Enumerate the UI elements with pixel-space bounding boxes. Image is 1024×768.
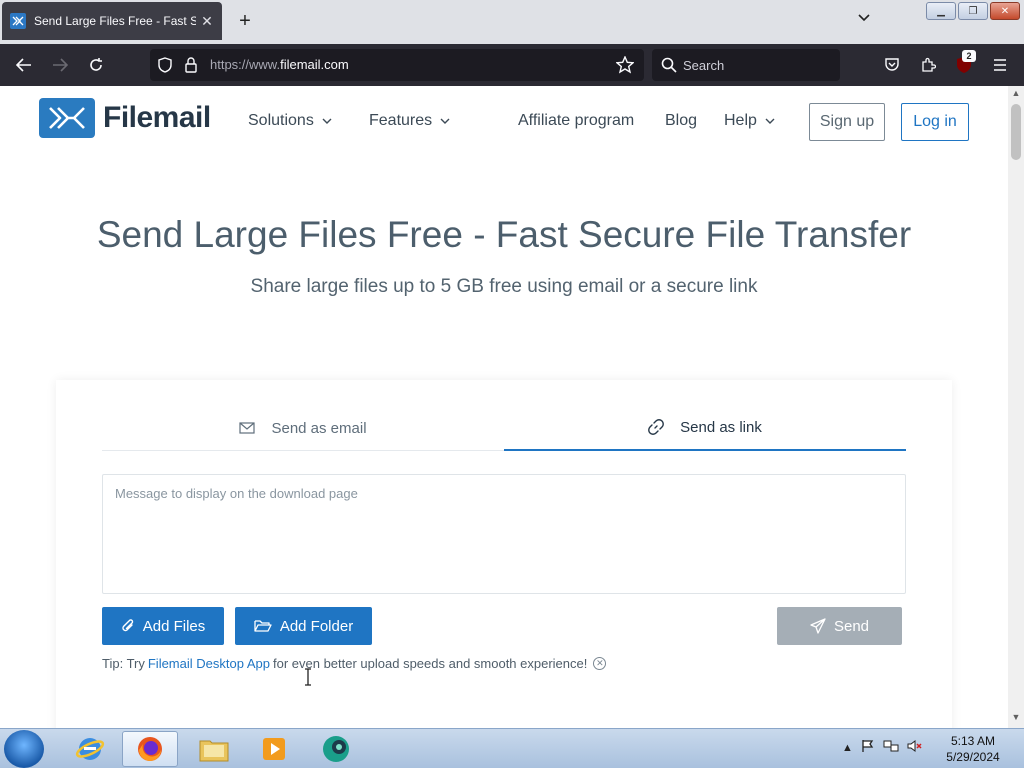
window-controls: ▁ ❐ ✕ (926, 2, 1020, 20)
tip-prefix: Tip: Try (102, 656, 145, 671)
browser-tab-title: Send Large Files Free - Fast Secure File… (34, 14, 196, 28)
filemail-logo-icon (39, 98, 95, 138)
page-viewport: Filemail Solutions Features Affiliate pr… (0, 86, 1008, 728)
extensions-puzzle-icon[interactable] (917, 54, 939, 76)
add-files-button[interactable]: Add Files (102, 607, 224, 645)
page-subtitle: Share large files up to 5 GB free using … (250, 276, 758, 297)
nav-affiliate-program[interactable]: Affiliate program (518, 112, 634, 130)
envelope-icon (239, 422, 256, 434)
search-icon (658, 54, 680, 76)
tab-send-as-email-label: Send as email (271, 419, 367, 437)
folder-open-icon (254, 619, 272, 633)
url-text: https://www.filemail.com (210, 57, 349, 72)
search-placeholder: Search (683, 58, 725, 73)
nav-features[interactable]: Features (369, 112, 450, 130)
send-button[interactable]: Send (777, 607, 902, 645)
app-globe-icon[interactable] (308, 731, 364, 767)
back-arrow-icon[interactable] (13, 54, 35, 76)
nav-help-label: Help (724, 112, 757, 129)
brand-wordmark: Filemail (103, 101, 211, 134)
page-scrollbar[interactable]: ▲ ▼ (1008, 86, 1024, 728)
pocket-icon[interactable] (881, 54, 903, 76)
volume-muted-icon[interactable] (907, 739, 923, 756)
filemail-logo[interactable]: Filemail (39, 98, 211, 138)
send-label: Send (833, 617, 870, 635)
chevron-down-icon (440, 118, 450, 124)
minimize-button[interactable]: ▁ (926, 2, 956, 20)
forward-arrow-icon[interactable] (49, 54, 71, 76)
search-bar[interactable]: Search (652, 49, 840, 81)
filemail-favicon-icon (10, 13, 26, 29)
text-cursor-icon (305, 668, 311, 686)
clock-time: 5:13 AM (950, 734, 996, 748)
nav-solutions-label: Solutions (248, 112, 314, 129)
windows-taskbar: ▲ 5:13 AM 5/29/2024 (0, 728, 1024, 768)
app-menu-hamburger-icon[interactable] (989, 54, 1011, 76)
bookmark-star-icon[interactable] (614, 54, 636, 76)
add-files-label: Add Files (142, 617, 206, 635)
chevron-down-icon (765, 118, 775, 124)
add-folder-label: Add Folder (279, 617, 354, 635)
chevron-down-icon (322, 118, 332, 124)
clock-date: 5/29/2024 (946, 750, 1000, 764)
shield-icon[interactable] (154, 54, 176, 76)
system-tray: ▲ (842, 739, 923, 756)
lock-icon[interactable] (180, 54, 202, 76)
nav-blog[interactable]: Blog (665, 112, 697, 130)
paper-plane-icon (810, 618, 826, 634)
browser-tab-strip: Send Large Files Free - Fast Secure File… (0, 0, 1024, 44)
list-all-tabs-chevron-icon[interactable] (854, 12, 874, 32)
tab-send-as-email[interactable]: Send as email (102, 405, 504, 451)
media-player-icon[interactable] (246, 731, 302, 767)
nav-help[interactable]: Help (724, 112, 775, 130)
new-tab-button[interactable]: + (234, 11, 256, 33)
network-icon[interactable] (883, 739, 899, 756)
download-page-message-input[interactable] (102, 474, 906, 594)
dismiss-tip-icon[interactable]: ✕ (593, 657, 607, 670)
desktop-app-link[interactable]: Filemail Desktop App (148, 656, 270, 671)
scrollbar-thumb[interactable] (1011, 104, 1021, 160)
restore-button[interactable]: ❐ (958, 2, 988, 20)
link-icon (648, 419, 665, 435)
transfer-mode-tabs: Send as email Send as link (102, 405, 906, 451)
add-folder-button[interactable]: Add Folder (235, 607, 372, 645)
tab-send-as-link[interactable]: Send as link (504, 405, 906, 451)
tip-suffix: for even better upload speeds and smooth… (272, 656, 588, 671)
browser-tab[interactable]: Send Large Files Free - Fast Secure File… (2, 2, 222, 40)
address-bar[interactable]: https://www.filemail.com (150, 49, 644, 81)
internet-explorer-icon[interactable] (62, 731, 118, 767)
page-title: Send Large Files Free - Fast Secure File… (96, 214, 912, 255)
window-close-button[interactable]: ✕ (990, 2, 1020, 20)
system-clock[interactable]: 5:13 AM 5/29/2024 (940, 733, 1006, 765)
sign-up-button[interactable]: Sign up (809, 103, 885, 141)
nav-features-label: Features (369, 112, 433, 129)
scroll-down-arrow-icon[interactable]: ▼ (1008, 712, 1024, 726)
tab-send-as-link-label: Send as link (680, 418, 762, 436)
firefox-taskbar-icon[interactable] (122, 731, 178, 767)
extension-badge-count: 2 (962, 50, 976, 62)
action-center-flag-icon[interactable] (861, 739, 875, 756)
reload-icon[interactable] (85, 54, 107, 76)
nav-solutions[interactable]: Solutions (248, 112, 332, 130)
paperclip-icon (121, 618, 135, 634)
desktop-app-tip: Tip: Try Filemail Desktop App for even b… (102, 656, 607, 671)
transfer-card: Send as email Send as link Add Files Add… (56, 380, 952, 728)
file-explorer-icon[interactable] (186, 731, 242, 767)
show-hidden-icons-chevron-icon[interactable]: ▲ (842, 742, 853, 754)
log-in-button[interactable]: Log in (901, 103, 969, 141)
browser-navigation-bar: https://www.filemail.com Search (0, 44, 1024, 86)
tab-close-icon[interactable]: ✕ (200, 14, 214, 28)
start-button[interactable] (4, 730, 44, 768)
scroll-up-arrow-icon[interactable]: ▲ (1008, 88, 1024, 102)
